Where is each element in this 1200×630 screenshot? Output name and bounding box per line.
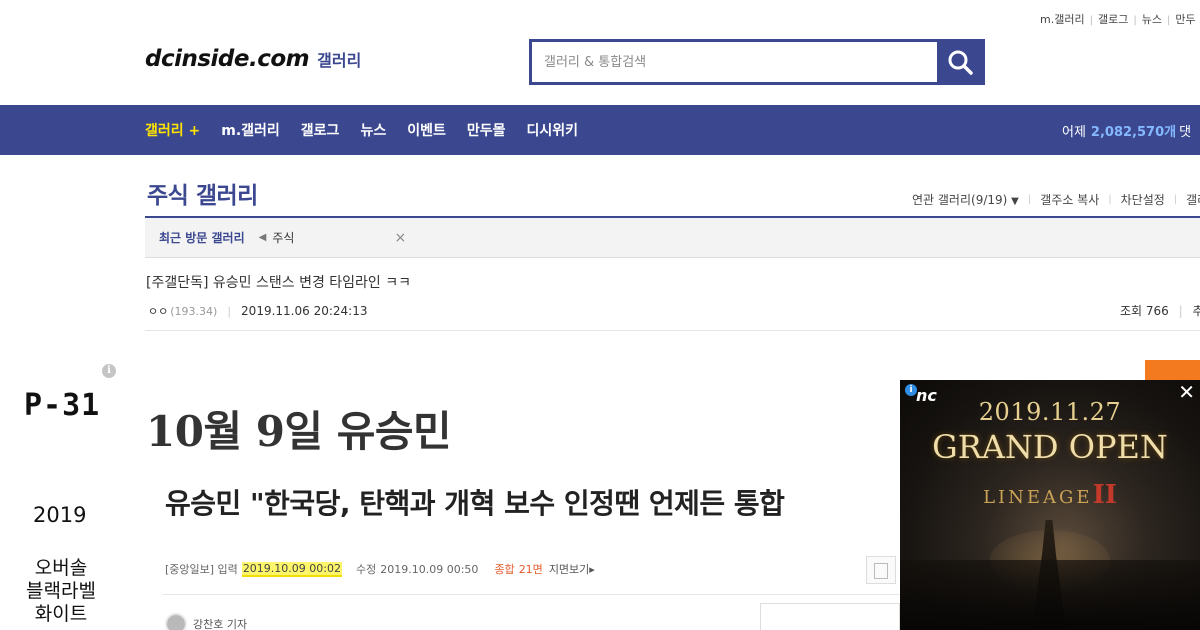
ad-info-icon[interactable]: i [102, 364, 116, 378]
nav-item-news[interactable]: 뉴스 [360, 120, 386, 140]
post-header-divider [145, 330, 1200, 331]
search-input[interactable] [532, 42, 937, 82]
video-ad[interactable]: i nc ✕ 2019.11.27 GRAND OPEN LINEAGEII [900, 380, 1200, 630]
article-headline: 유승민 "한국당, 탄핵과 개혁 보수 인정땐 언제든 통합 [165, 487, 785, 520]
nav-item-gallery[interactable]: 갤러리 + [145, 120, 200, 140]
site-logo[interactable]: dcinside.com 갤러리 [145, 46, 361, 72]
ad-date: 2019.11.27 [978, 398, 1122, 426]
lineage-logo-text: LINEAGE [983, 487, 1093, 508]
gallery-title[interactable]: 주식 갤러리 [147, 176, 258, 210]
logo-sub-text: 갤러리 [317, 51, 362, 70]
post-author[interactable]: ㅇㅇ [148, 303, 168, 319]
util-link-gallog[interactable]: 갤로그 [1098, 13, 1128, 26]
related-gallery-button[interactable]: 연관 갤러리(9/19) ▼ [912, 191, 1019, 208]
block-settings-button[interactable]: 차단설정 [1121, 191, 1165, 208]
gallery-more-button[interactable]: 갤러 [1186, 191, 1200, 208]
article-page: 21면 [518, 563, 543, 576]
post-title: [주갤단독] 유승민 스탠스 변경 타임라인 ㅋㅋ [146, 275, 412, 291]
nav-item-mgallery[interactable]: m.갤러리 [221, 120, 280, 140]
divider: | [1027, 194, 1032, 205]
copy-address-button[interactable]: 갤주소 복사 [1040, 191, 1099, 208]
article-edit-label: 수정 [356, 563, 377, 576]
recent-gallery-item[interactable]: 주식 [272, 229, 294, 246]
recent-visited-label: 최근 방문 갤러리 [159, 231, 245, 245]
article-divider [163, 594, 900, 595]
sidebar-ad-year[interactable]: 2019 [33, 503, 86, 527]
orange-side-tab[interactable] [1145, 360, 1200, 380]
nav-item-gallog[interactable]: 갤로그 [301, 120, 340, 140]
nav-item-dcwiki[interactable]: 디시위키 [526, 120, 578, 140]
sidebar-ad-line: 오버솔 [34, 557, 88, 579]
reporter-avatar [165, 613, 187, 630]
print-view-link[interactable]: 지면보기▸ [549, 561, 595, 577]
page: m.갤러리 | 갤로그 | 뉴스 | 만두 dcinside.com 갤러리 갤러리 + m… [0, 0, 1200, 630]
divider: | [1173, 194, 1178, 205]
related-gallery-label: 연관 갤러리(9/19) [912, 193, 1008, 207]
gallery-tools: 연관 갤러리(9/19) ▼ | 갤주소 복사 | 차단설정 | 갤러 [912, 191, 1200, 208]
article-section-label: 종합 [494, 563, 515, 576]
util-link-news[interactable]: 뉴스 [1142, 13, 1162, 26]
post-meta: ㅇㅇ (193.34) | 2019.11.06 20:24:13 [148, 303, 367, 319]
sidebar-ad-code[interactable]: P-31 [24, 388, 100, 423]
utility-links: m.갤러리 | 갤로그 | 뉴스 | 만두 [1040, 11, 1196, 27]
stats-value: 2,082,570개 [1090, 124, 1177, 140]
article-side-box [760, 603, 900, 630]
ad-headline: GRAND OPEN [932, 428, 1168, 466]
nav-item-mandumall[interactable]: 만두몰 [467, 120, 506, 140]
search-button[interactable] [937, 42, 982, 82]
stats-label: 어제 [1062, 124, 1086, 140]
article-source: [중앙일보] 입력 [165, 563, 238, 576]
main-nav: 갤러리 + m.갤러리 갤로그 뉴스 이벤트 만두몰 디시위키 어제 2,082… [0, 105, 1200, 155]
nav-stats: 어제 2,082,570개 댓 [1062, 105, 1191, 155]
view-count: 조회 766 [1120, 304, 1169, 318]
divider: | [227, 304, 232, 318]
util-link-mgallery[interactable]: m.갤러리 [1040, 13, 1085, 26]
pdf-icon[interactable] [866, 556, 896, 584]
recommend-count: 추 [1192, 304, 1200, 318]
lineage-logo: LINEAGEII [900, 480, 1200, 510]
logo-text: dcinside.com [145, 46, 310, 72]
recent-visited-bar: 최근 방문 갤러리 ◀ 주식 × [145, 218, 1200, 258]
divider: | [1108, 194, 1112, 205]
search-icon [948, 50, 973, 75]
divider: | [1089, 15, 1093, 26]
article-input-date: 2019.10.09 00:02 [241, 561, 342, 577]
nav-items: 갤러리 + m.갤러리 갤로그 뉴스 이벤트 만두몰 디시위키 [145, 105, 599, 155]
divider: | [1178, 304, 1183, 318]
search-bar [529, 39, 985, 85]
close-icon[interactable]: × [394, 230, 406, 246]
post-body-heading: 10월 9일 유승민 [146, 407, 452, 456]
caret-down-icon: ▼ [1011, 196, 1019, 207]
util-link-mandu[interactable]: 만두 [1175, 13, 1195, 26]
reporter-name: 강찬호 기자 [193, 618, 248, 630]
post-author-ip: (193.34) [170, 304, 218, 318]
divider: | [1166, 15, 1171, 26]
nav-item-event[interactable]: 이벤트 [407, 120, 446, 140]
article-edit-date: 2019.10.09 00:50 [380, 562, 479, 576]
sidebar-ad-line: 화이트 [34, 603, 88, 625]
sidebar-ad-description[interactable]: 오버솔 블랙라벨 화이트 [20, 557, 102, 626]
sidebar-ad-line: 블랙라벨 [26, 580, 96, 602]
lineage-logo-numeral: II [1092, 480, 1117, 510]
arrow-left-icon[interactable]: ◀ [259, 232, 267, 243]
article-meta: [중앙일보] 입력 2019.10.09 00:02 수정 2019.10.09… [165, 561, 595, 577]
ad-crowd-shadow [900, 560, 1200, 630]
divider: | [1133, 15, 1137, 26]
post-date: 2019.11.06 20:24:13 [241, 304, 368, 318]
stats-suffix: 댓 [1179, 124, 1192, 140]
post-views: 조회 766 | 추 [1120, 302, 1200, 319]
